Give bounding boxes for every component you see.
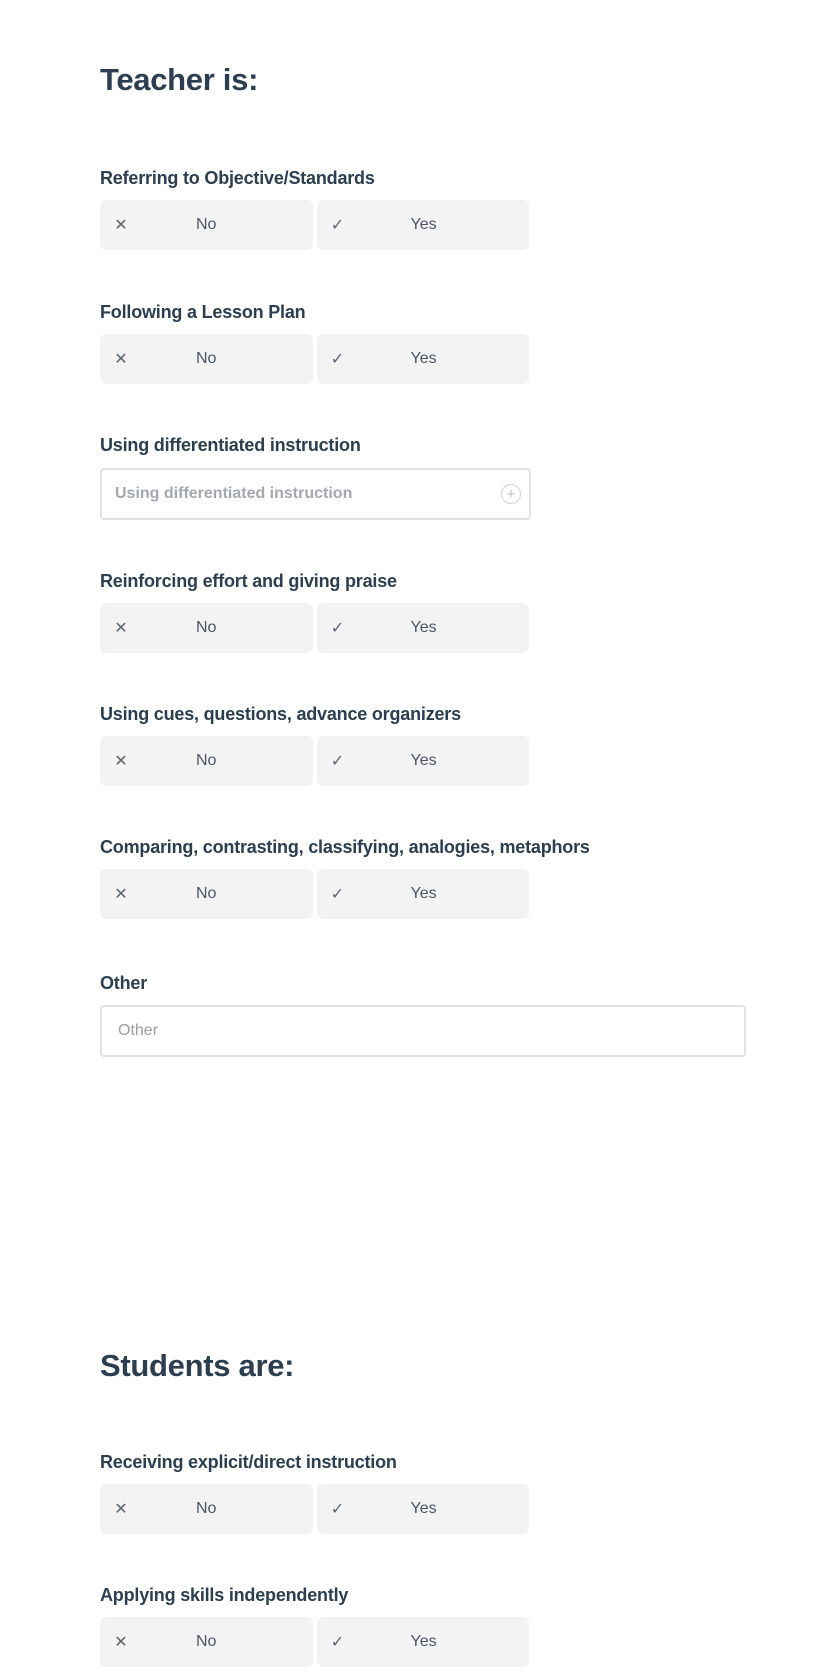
field-label: Other	[100, 973, 148, 993]
toggle-group-applying-skills: ✕ No ✓ Yes	[100, 1617, 529, 1667]
no-button[interactable]: ✕ No	[100, 736, 313, 786]
no-button[interactable]: ✕ No	[100, 334, 313, 384]
no-button[interactable]: ✕ No	[100, 1617, 313, 1667]
no-label: No	[196, 216, 217, 233]
x-icon: ✕	[114, 351, 128, 368]
section-title-teacher: Teacher is:	[100, 62, 259, 97]
no-label: No	[196, 885, 217, 902]
no-button[interactable]: ✕ No	[100, 1484, 313, 1534]
yes-label: Yes	[410, 216, 437, 233]
check-icon: ✓	[330, 351, 345, 368]
field-label: Reinforcing effort and giving praise	[100, 571, 397, 591]
yes-label: Yes	[410, 1500, 437, 1517]
other-placeholder: Other	[118, 1022, 159, 1039]
no-label: No	[196, 619, 217, 636]
check-icon: ✓	[330, 753, 345, 770]
check-icon: ✓	[330, 217, 345, 234]
yes-button[interactable]: ✓ Yes	[316, 869, 529, 919]
check-icon: ✓	[330, 886, 345, 903]
no-button[interactable]: ✕ No	[100, 200, 313, 250]
toggle-group-comparing-contrasting: ✕ No ✓ Yes	[100, 869, 529, 919]
toggle-group-lesson-plan: ✕ No ✓ Yes	[100, 334, 529, 384]
check-icon: ✓	[330, 1634, 345, 1651]
other-input[interactable]: Other	[100, 1005, 746, 1057]
x-icon: ✕	[114, 1501, 128, 1518]
toggle-group-referring-objective: ✕ No ✓ Yes	[100, 200, 529, 250]
differentiated-instruction-select[interactable]: Using differentiated instruction +	[100, 468, 531, 520]
field-label: Receiving explicit/direct instruction	[100, 1452, 397, 1472]
toggle-group-using-cues: ✕ No ✓ Yes	[100, 736, 529, 786]
no-label: No	[196, 1500, 217, 1517]
no-label: No	[196, 350, 217, 367]
x-icon: ✕	[114, 620, 128, 637]
no-button[interactable]: ✕ No	[100, 603, 313, 653]
field-label: Applying skills independently	[100, 1585, 349, 1605]
no-label: No	[196, 752, 217, 769]
toggle-group-reinforcing-effort: ✕ No ✓ Yes	[100, 603, 529, 653]
x-icon: ✕	[114, 217, 128, 234]
yes-label: Yes	[410, 752, 437, 769]
check-icon: ✓	[330, 620, 345, 637]
field-label: Using cues, questions, advance organizer…	[100, 704, 461, 724]
no-label: No	[196, 1633, 217, 1650]
yes-label: Yes	[410, 1633, 437, 1650]
yes-label: Yes	[410, 350, 437, 367]
check-icon: ✓	[330, 1501, 345, 1518]
yes-label: Yes	[410, 619, 437, 636]
yes-button[interactable]: ✓ Yes	[316, 736, 529, 786]
section-title-students: Students are:	[100, 1348, 295, 1383]
toggle-group-explicit-instruction: ✕ No ✓ Yes	[100, 1484, 529, 1534]
yes-button[interactable]: ✓ Yes	[316, 1617, 529, 1667]
yes-button[interactable]: ✓ Yes	[316, 1484, 529, 1534]
yes-button[interactable]: ✓ Yes	[316, 334, 529, 384]
plus-circle-icon[interactable]: +	[501, 484, 521, 504]
x-icon: ✕	[114, 1634, 128, 1651]
field-label: Following a Lesson Plan	[100, 302, 306, 322]
field-label: Comparing, contrasting, classifying, ana…	[100, 837, 590, 857]
field-label: Using differentiated instruction	[100, 435, 361, 455]
yes-label: Yes	[410, 885, 437, 902]
select-placeholder: Using differentiated instruction	[115, 485, 353, 502]
yes-button[interactable]: ✓ Yes	[316, 603, 529, 653]
field-label: Referring to Objective/Standards	[100, 168, 375, 188]
yes-button[interactable]: ✓ Yes	[316, 200, 529, 250]
x-icon: ✕	[114, 753, 128, 770]
no-button[interactable]: ✕ No	[100, 869, 313, 919]
x-icon: ✕	[114, 886, 128, 903]
